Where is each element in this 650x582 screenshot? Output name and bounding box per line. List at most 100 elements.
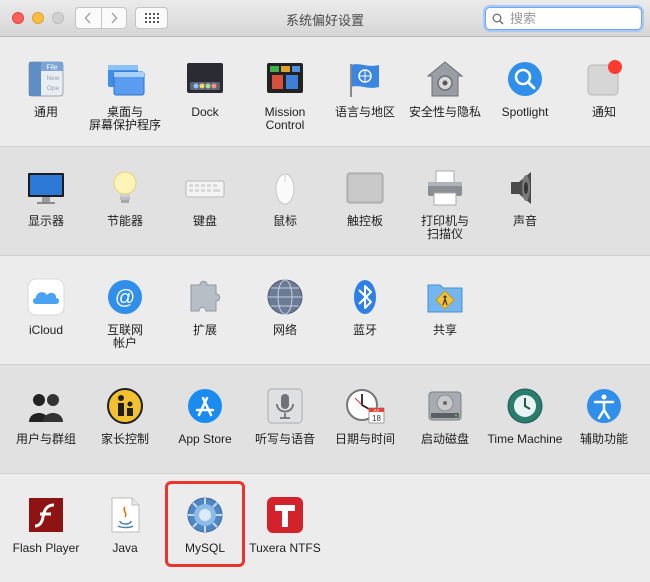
pref-trackpad[interactable]: 触控板 <box>325 168 405 228</box>
pref-energy-saver[interactable]: 节能器 <box>85 168 165 228</box>
pref-desktop-screensaver[interactable]: 桌面与 屏幕保护程序 <box>85 59 165 132</box>
pref-label: 桌面与 屏幕保护程序 <box>88 105 161 132</box>
pref-label: iCloud <box>28 323 64 337</box>
titlebar: 系统偏好设置 <box>0 0 650 37</box>
system-preferences-window: 系统偏好设置 File New Ope 通用 桌面与 屏幕保护程序 <box>0 0 650 582</box>
pref-label: 听写与语音 <box>254 432 315 446</box>
pref-mouse[interactable]: 鼠标 <box>245 168 325 228</box>
pref-label: Tuxera NTFS <box>249 541 321 555</box>
pref-printers-scanners[interactable]: 打印机与 扫描仪 <box>405 168 485 241</box>
pref-label: 日期与时间 <box>334 432 395 446</box>
pref-label: 蓝牙 <box>352 323 377 337</box>
pref-sharing[interactable]: 共享 <box>405 277 485 337</box>
language-region-icon <box>350 64 379 97</box>
pref-tuxera-ntfs[interactable]: Tuxera NTFS <box>245 495 325 555</box>
search-icon <box>492 13 504 25</box>
pref-label: 通用 <box>33 105 58 119</box>
calendar-day: 18 <box>372 414 381 423</box>
svg-text:New: New <box>46 75 59 82</box>
mysql-highlight-box <box>165 481 245 567</box>
search-field[interactable] <box>485 7 642 30</box>
pref-extensions[interactable]: 扩展 <box>165 277 245 337</box>
pref-label: 启动磁盘 <box>420 432 469 446</box>
pref-flash-player[interactable]: Flash Player <box>6 495 86 555</box>
pref-label: 安全性与隐私 <box>408 105 481 119</box>
pref-dock[interactable]: Dock <box>165 59 245 119</box>
pref-label: 家长控制 <box>100 432 149 446</box>
pref-label: 通知 <box>591 105 616 119</box>
svg-text:Ope: Ope <box>47 85 60 92</box>
pref-label: Time Machine <box>487 432 563 446</box>
trackpad-icon <box>346 172 384 204</box>
pref-accessibility[interactable]: 辅助功能 <box>564 386 644 446</box>
pref-sound[interactable]: 声音 <box>485 168 565 228</box>
keyboard-icon <box>185 180 225 198</box>
pref-app-store[interactable]: App Store <box>165 386 245 446</box>
pref-label: 语言与地区 <box>334 105 395 119</box>
pref-label: 互联网 帐户 <box>106 323 143 350</box>
energy-saver-icon <box>113 171 137 203</box>
users-groups-icon <box>29 394 63 422</box>
spotlight-icon <box>508 62 542 96</box>
svg-text:@: @ <box>115 287 135 309</box>
pref-startup-disk[interactable]: 启动磁盘 <box>405 386 485 446</box>
pref-parental-controls[interactable]: 家长控制 <box>85 386 165 446</box>
pref-label: 触控板 <box>346 214 383 228</box>
time-machine-icon <box>507 388 543 424</box>
pref-network[interactable]: 网络 <box>245 277 325 337</box>
pref-label: 网络 <box>272 323 297 337</box>
security-privacy-icon <box>426 61 464 97</box>
parental-controls-icon <box>107 388 143 424</box>
pref-java[interactable]: Java <box>85 495 165 555</box>
printers-scanners-icon <box>428 170 462 206</box>
svg-text:File: File <box>46 65 57 72</box>
calendar-month: JUL <box>373 408 379 412</box>
mission-control-icon <box>267 63 303 93</box>
sound-icon <box>511 172 531 204</box>
pref-time-machine[interactable]: Time Machine <box>485 386 565 446</box>
app-store-icon <box>188 389 222 423</box>
flash-player-icon <box>29 498 63 532</box>
startup-disk-icon <box>428 391 462 421</box>
pref-general[interactable]: File New Ope 通用 <box>6 59 86 119</box>
pref-label: 共享 <box>432 323 457 337</box>
bluetooth-icon <box>354 280 376 314</box>
date-time-icon: JUL 18 <box>346 389 385 424</box>
pref-label: 键盘 <box>192 214 217 228</box>
pref-notifications[interactable]: 通知 <box>564 59 644 119</box>
pref-mission-control[interactable]: Mission Control <box>245 59 325 132</box>
pref-internet-accounts[interactable]: @ 互联网 帐户 <box>85 277 165 350</box>
pref-icloud[interactable]: iCloud <box>6 277 86 337</box>
notifications-icon <box>587 60 622 96</box>
pref-date-time[interactable]: JUL 18 日期与时间 <box>325 386 405 446</box>
displays-icon <box>28 173 64 204</box>
dictation-speech-icon <box>267 388 303 424</box>
icloud-icon <box>27 278 65 316</box>
pref-displays[interactable]: 显示器 <box>6 168 86 228</box>
search-input[interactable] <box>508 10 632 27</box>
pref-language-region[interactable]: 语言与地区 <box>325 59 405 119</box>
pref-label: App Store <box>178 432 232 446</box>
pref-users-groups[interactable]: 用户与群组 <box>6 386 86 446</box>
dock-icon <box>187 63 223 93</box>
pref-dictation-speech[interactable]: 听写与语音 <box>245 386 325 446</box>
pref-spotlight[interactable]: Spotlight <box>485 59 565 119</box>
pref-label: Spotlight <box>501 105 549 119</box>
pref-label: Dock <box>191 105 219 119</box>
pref-label: Java <box>112 541 138 555</box>
desktop-screensaver-icon <box>108 65 145 96</box>
pref-security-privacy[interactable]: 安全性与隐私 <box>405 59 485 119</box>
java-icon <box>111 497 140 533</box>
extensions-icon <box>190 280 221 312</box>
pref-label: 扩展 <box>192 323 217 337</box>
pref-label: 打印机与 扫描仪 <box>420 214 469 241</box>
pref-bluetooth[interactable]: 蓝牙 <box>325 277 405 337</box>
accessibility-icon <box>587 389 621 423</box>
pref-keyboard[interactable]: 键盘 <box>165 168 245 228</box>
pref-label: 鼠标 <box>272 214 297 228</box>
pref-label: 节能器 <box>106 214 143 228</box>
pref-label: Mission Control <box>264 105 306 132</box>
pref-label: 用户与群组 <box>15 432 76 446</box>
mouse-icon <box>275 173 295 205</box>
pref-label: 显示器 <box>27 214 64 228</box>
